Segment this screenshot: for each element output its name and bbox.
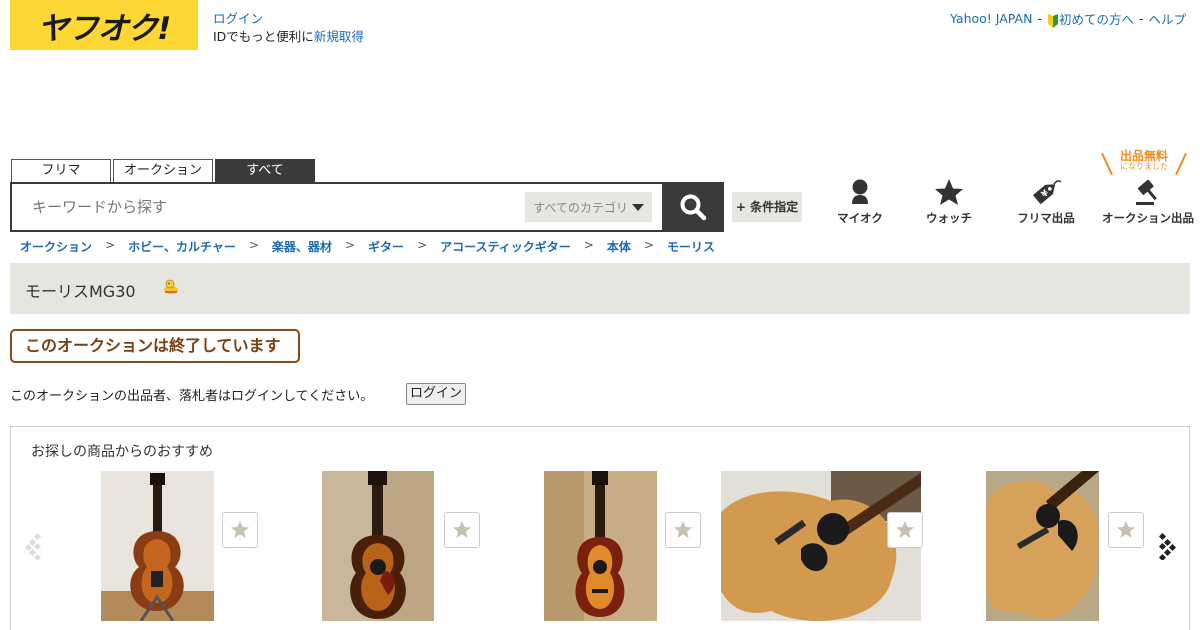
- watch-label: ウォッチ: [926, 211, 972, 225]
- help-link[interactable]: ヘルプ: [1148, 9, 1186, 28]
- item-title: モーリスMG30: [25, 282, 136, 301]
- breadcrumb-item[interactable]: 楽器、器材: [272, 238, 332, 255]
- recommendation-heading: お探しの商品からのおすすめ: [31, 444, 213, 460]
- item-title-bar: モーリスMG30: [10, 263, 1190, 314]
- dropdown-arrow-icon: [631, 203, 644, 211]
- recommendation-item-image[interactable]: [101, 471, 214, 621]
- breadcrumb-item[interactable]: 本体: [607, 238, 631, 255]
- star-icon: [896, 521, 914, 538]
- search-icon: [680, 194, 707, 221]
- yahoo-japan-link[interactable]: Yahoo! JAPAN: [950, 11, 1032, 26]
- free-listing-title: 出品無料: [1119, 149, 1168, 163]
- breadcrumb-separator: >: [583, 238, 594, 252]
- breadcrumb-separator: >: [344, 238, 355, 252]
- login-area: ログイン IDでもっと便利に新規取得: [213, 10, 364, 46]
- tab-flea-market[interactable]: フリマ: [11, 159, 111, 182]
- login-link[interactable]: ログイン: [213, 11, 263, 26]
- watch-star-button[interactable]: [1108, 512, 1144, 548]
- breadcrumb: オークション > ホビー、カルチャー > 楽器、器材 > ギター > アコースティックギ…: [20, 238, 715, 255]
- tab-auction[interactable]: オークション: [113, 159, 213, 182]
- auction-sell-label: オークション出品: [1102, 211, 1194, 225]
- flea-sell-label: フリマ出品: [1017, 211, 1075, 225]
- person-icon: [852, 179, 868, 204]
- breadcrumb-separator: >: [417, 238, 428, 252]
- search-bar: すべてのカテゴリ: [10, 182, 724, 232]
- breadcrumb-item[interactable]: ギター: [368, 238, 404, 255]
- myauc-label: マイオク: [837, 211, 883, 225]
- breadcrumb-item[interactable]: ホビー、カルチャー: [128, 238, 236, 255]
- breadcrumb-item[interactable]: オークション: [20, 238, 92, 255]
- flea-sell-button[interactable]: ¥ フリマ出品: [1001, 178, 1091, 226]
- breadcrumb-item[interactable]: アコースティックギター: [440, 238, 571, 255]
- category-select-value: すべてのカテゴリ: [533, 200, 628, 215]
- myauc-button[interactable]: マイオク: [815, 178, 905, 226]
- recommendation-panel: お探しの商品からのおすすめ: [10, 426, 1190, 630]
- new-bidder-icon: [164, 279, 178, 294]
- signup-prefix: IDでもっと便利に: [213, 29, 314, 44]
- free-listing-badge: 出品無料 になりました: [1101, 149, 1187, 176]
- gavel-icon: [1136, 179, 1157, 205]
- watch-star-button[interactable]: [222, 512, 258, 548]
- star-icon: [231, 521, 249, 538]
- category-select[interactable]: すべてのカテゴリ: [525, 192, 652, 222]
- guitar-photo-5: [986, 471, 1099, 621]
- auction-ended-banner: このオークションは終了しています: [10, 329, 300, 363]
- guitar-photo-1: [101, 471, 214, 621]
- recommendation-item-image[interactable]: [322, 471, 434, 621]
- watch-star-button[interactable]: [444, 512, 480, 548]
- login-button[interactable]: ログイン: [406, 383, 466, 405]
- beginner-link-label: 初めての方へ: [1058, 12, 1134, 27]
- breadcrumb-separator: >: [643, 238, 654, 252]
- star-icon: [935, 179, 963, 205]
- recommendation-item-image[interactable]: [986, 471, 1099, 621]
- breadcrumb-separator: >: [248, 238, 259, 252]
- price-tag-icon: ¥: [1032, 180, 1062, 205]
- guitar-photo-3: [544, 471, 657, 621]
- watch-button[interactable]: ウォッチ: [904, 178, 994, 226]
- guitar-photo-2: [322, 471, 434, 621]
- watch-star-button[interactable]: [887, 512, 923, 548]
- search-button[interactable]: [662, 182, 724, 232]
- top-links-separator: -: [1037, 11, 1042, 26]
- carousel-prev-arrow-icon[interactable]: [25, 532, 45, 560]
- beginner-link[interactable]: 初めての方へ: [1047, 9, 1134, 28]
- condition-button[interactable]: + 条件指定: [732, 192, 802, 222]
- tab-all[interactable]: すべて: [215, 159, 315, 182]
- free-listing-sub: になりました: [1120, 162, 1168, 171]
- logo-text: ヤフオク!: [37, 10, 172, 47]
- star-icon: [674, 521, 692, 538]
- yahuoku-logo[interactable]: ヤフオク!: [10, 0, 198, 50]
- login-notice: このオークションの出品者、落札者はログインしてください。: [10, 389, 374, 404]
- nav-icons: マイオク ウォッチ ¥ フリマ出品 オークション出品: [815, 178, 1200, 234]
- breadcrumb-separator: >: [105, 238, 116, 252]
- search-tabs: フリマ オークション すべて: [11, 159, 315, 182]
- watch-star-button[interactable]: [665, 512, 701, 548]
- recommendation-item-image[interactable]: [544, 471, 657, 621]
- auction-sell-button[interactable]: オークション出品: [1098, 178, 1198, 226]
- top-links: Yahoo! JAPAN - 初めての方へ - ヘルプ: [950, 9, 1186, 28]
- breadcrumb-item[interactable]: モーリス: [667, 238, 715, 255]
- star-icon: [1117, 521, 1135, 538]
- star-icon: [453, 521, 471, 538]
- beginner-mark-icon: [1047, 13, 1058, 28]
- top-links-separator: -: [1138, 11, 1144, 26]
- carousel-next-arrow-icon[interactable]: [1156, 532, 1176, 560]
- signup-link[interactable]: 新規取得: [314, 29, 364, 44]
